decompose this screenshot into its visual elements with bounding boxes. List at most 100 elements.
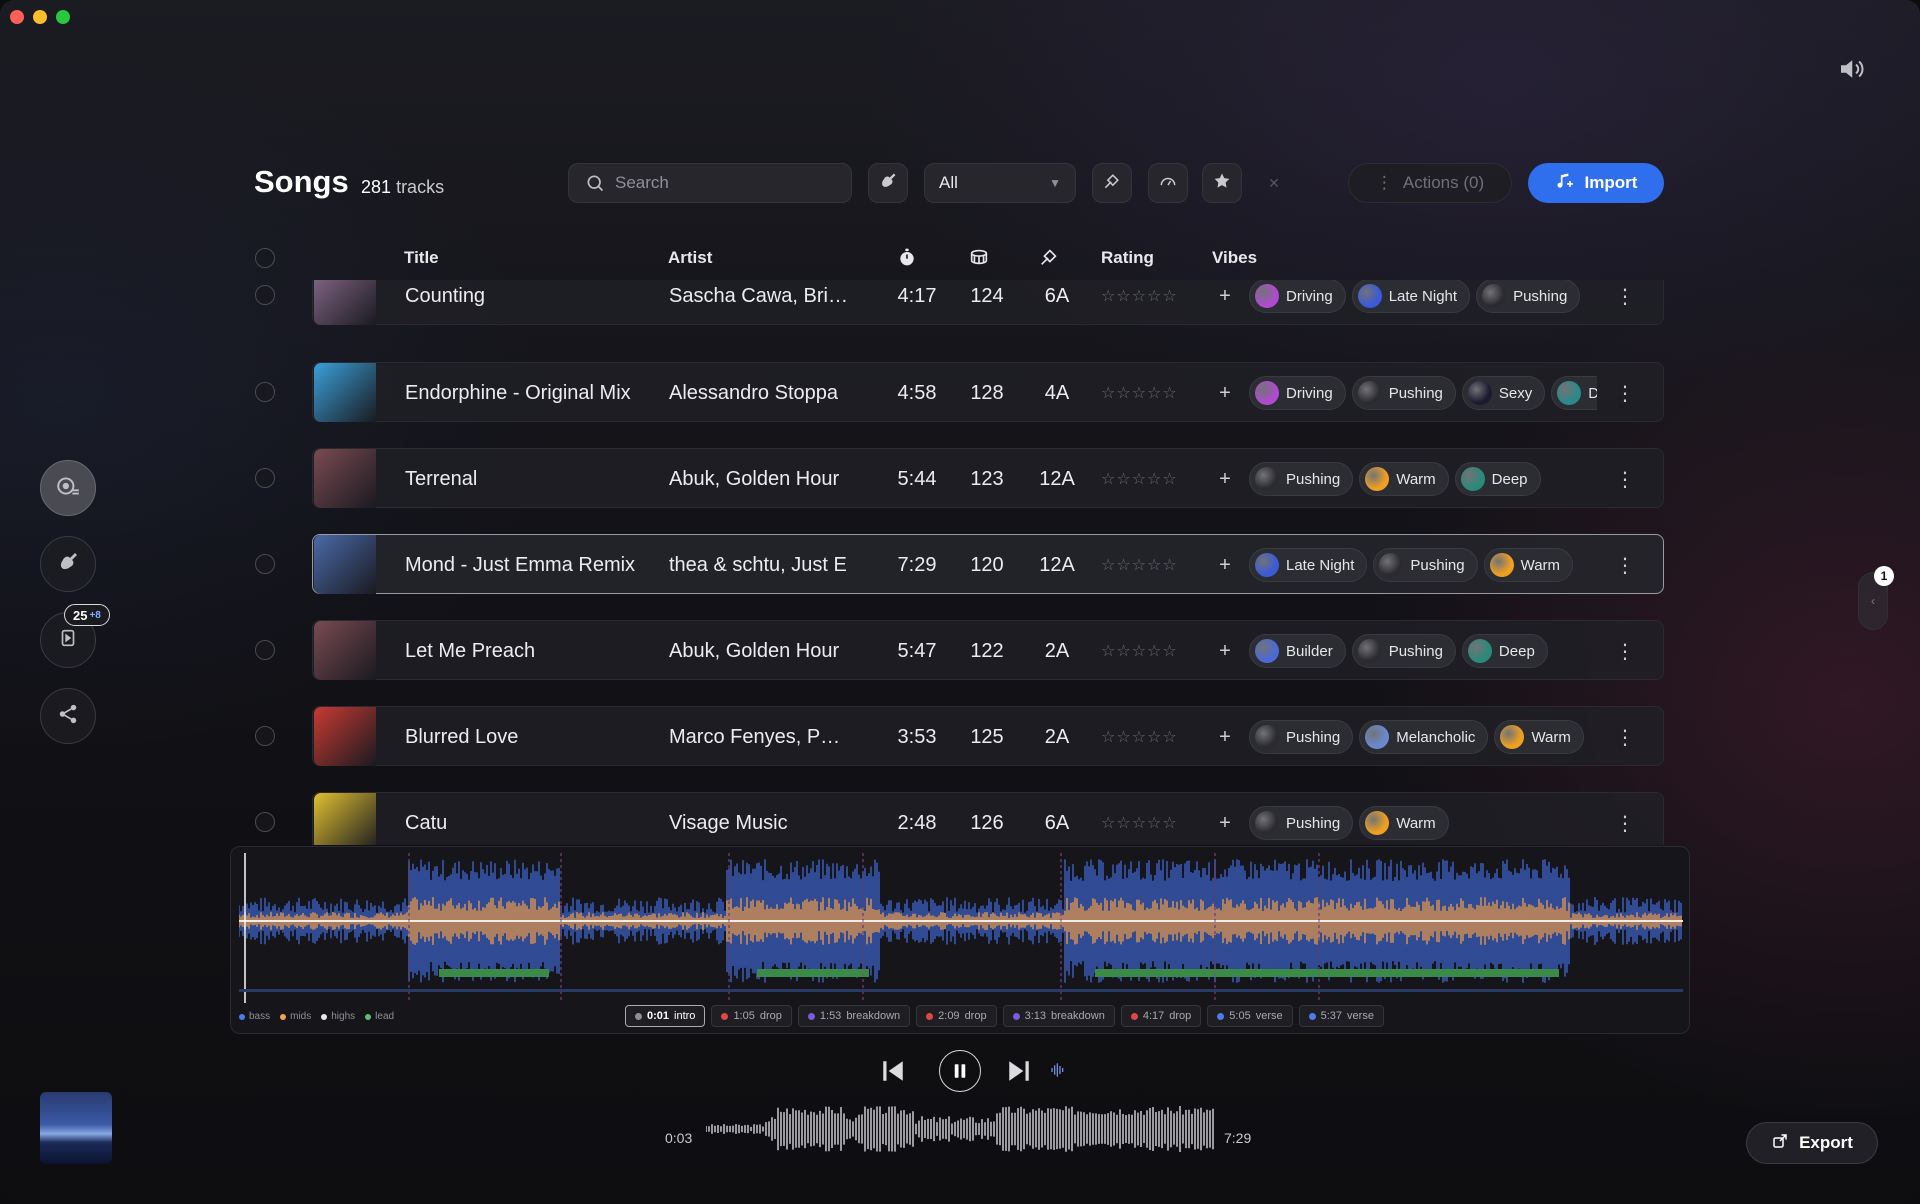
vibe-chip[interactable]: Warm — [1359, 462, 1449, 496]
add-vibe-button[interactable]: + — [1215, 363, 1235, 423]
track-artist: Sascha Cawa, Bri… — [669, 284, 848, 307]
row-checkbox[interactable] — [255, 382, 275, 402]
track-row[interactable]: Mond - Just Emma Remix thea & schtu, Just… — [312, 534, 1664, 594]
volume-icon[interactable] — [1836, 54, 1866, 84]
track-rating[interactable]: ☆☆☆☆☆ — [1101, 707, 1191, 767]
waveform-panel[interactable]: bass mids highs lead 0:01 intro 1:05 drop 1:53 b… — [230, 846, 1690, 1034]
next-track-button[interactable] — [1006, 1058, 1032, 1089]
track-rating[interactable]: ☆☆☆☆☆ — [1101, 449, 1191, 509]
filter-select[interactable]: All ▼ — [924, 163, 1076, 203]
overview-track[interactable] — [239, 989, 1683, 992]
row-checkbox[interactable] — [255, 640, 275, 660]
column-header-duration[interactable] — [897, 246, 919, 268]
tempo-filter-button[interactable] — [1148, 163, 1188, 203]
minimize-window-button[interactable] — [33, 10, 47, 24]
vibe-chip[interactable]: Pushing — [1351, 376, 1456, 410]
column-header-vibes[interactable]: Vibes — [1212, 248, 1257, 268]
row-checkbox[interactable] — [255, 812, 275, 832]
add-vibe-button[interactable]: + — [1215, 707, 1235, 767]
vibe-chip[interactable]: Builder — [1249, 634, 1346, 668]
vibe-chip[interactable]: Sexy — [1461, 376, 1546, 410]
track-title: Catu — [405, 811, 448, 834]
close-window-button[interactable] — [10, 10, 24, 24]
vibe-chip[interactable]: Pushing — [1249, 720, 1354, 754]
column-header-key[interactable] — [1038, 246, 1060, 268]
track-row[interactable]: Let Me Preach Abuk, Golden Hour 5:47 122 2A ☆… — [312, 620, 1664, 680]
vibe-chip[interactable]: Pushing — [1249, 806, 1354, 840]
add-vibe-button[interactable]: + — [1215, 280, 1235, 326]
section-marker[interactable]: 3:13 breakdown — [1002, 1005, 1115, 1027]
section-marker[interactable]: 0:01 intro — [625, 1005, 706, 1027]
column-header-rating[interactable]: Rating — [1101, 248, 1154, 268]
vibe-chip[interactable]: Pushing — [1373, 548, 1478, 582]
track-rating[interactable]: ☆☆☆☆☆ — [1101, 280, 1191, 326]
section-marker[interactable]: 5:37 verse — [1298, 1005, 1384, 1027]
column-header-title[interactable]: Title — [404, 248, 439, 268]
clear-filters-button[interactable]: ✕ — [1254, 163, 1294, 203]
playback-scrubber[interactable] — [706, 1104, 1216, 1154]
section-marker[interactable]: 1:53 breakdown — [797, 1005, 911, 1027]
maximize-window-button[interactable] — [56, 10, 70, 24]
vibe-chip[interactable]: Late Night — [1351, 280, 1471, 313]
search-input[interactable] — [615, 173, 835, 193]
track-row[interactable]: Counting Sascha Cawa, Bri… 4:17 124 6A ☆☆☆☆☆ +… — [312, 280, 1664, 325]
section-marker[interactable]: 4:17 drop — [1120, 1005, 1202, 1027]
vibe-chip[interactable]: Warm — [1359, 806, 1449, 840]
track-row[interactable]: Catu Visage Music 2:48 126 6A ☆☆☆☆☆ + Pushing Wa… — [312, 792, 1664, 845]
section-marker[interactable]: 5:05 verse — [1207, 1005, 1293, 1027]
vibe-chip[interactable]: Warm — [1483, 548, 1574, 582]
row-more-button[interactable]: ⋮ — [1613, 707, 1637, 767]
now-playing-artwork[interactable] — [40, 1092, 112, 1164]
track-row[interactable]: Blurred Love Marco Fenyes, P… 3:53 125 2A ☆☆☆… — [312, 706, 1664, 766]
vibe-chip[interactable]: Driving — [1249, 280, 1346, 313]
track-rating[interactable]: ☆☆☆☆☆ — [1101, 535, 1191, 595]
vibe-chip[interactable]: Driving — [1249, 376, 1346, 410]
vibe-chip[interactable]: Pushing — [1476, 280, 1581, 313]
vibe-chip[interactable]: Warm — [1494, 720, 1584, 754]
actions-button[interactable]: ⋮ Actions (0) — [1348, 163, 1512, 203]
key-filter-button[interactable] — [1092, 163, 1132, 203]
instrument-filter-button[interactable] — [868, 163, 908, 203]
row-more-button[interactable]: ⋮ — [1613, 449, 1637, 509]
row-checkbox[interactable] — [255, 285, 275, 305]
vibe-chip[interactable]: Deep — [1454, 462, 1541, 496]
vibe-chip[interactable]: D — [1551, 376, 1597, 410]
import-button[interactable]: Import — [1528, 163, 1664, 203]
select-all-checkbox[interactable] — [255, 248, 275, 268]
export-button[interactable]: Export — [1746, 1122, 1878, 1164]
section-marker[interactable]: 2:09 drop — [916, 1005, 997, 1027]
add-vibe-button[interactable]: + — [1215, 793, 1235, 845]
row-more-button[interactable]: ⋮ — [1613, 793, 1637, 845]
vibe-icon — [1357, 639, 1382, 663]
row-more-button[interactable]: ⋮ — [1613, 621, 1637, 681]
track-row[interactable]: Endorphine - Original Mix Alessandro Stop… — [312, 362, 1664, 422]
pause-button[interactable] — [939, 1050, 981, 1092]
row-more-button[interactable]: ⋮ — [1613, 280, 1637, 326]
vibe-chip[interactable]: Melancholic — [1359, 720, 1489, 754]
previous-track-button[interactable] — [880, 1058, 906, 1089]
track-rating[interactable]: ☆☆☆☆☆ — [1101, 621, 1191, 681]
row-checkbox[interactable] — [255, 554, 275, 574]
track-rating[interactable]: ☆☆☆☆☆ — [1101, 793, 1191, 845]
skip-forward-icon — [1009, 1061, 1029, 1081]
vibe-chip[interactable]: Deep — [1461, 634, 1548, 668]
waveform-toggle-button[interactable] — [1050, 1062, 1066, 1083]
row-more-button[interactable]: ⋮ — [1613, 535, 1637, 595]
add-vibe-button[interactable]: + — [1215, 621, 1235, 681]
search-box[interactable] — [568, 163, 852, 203]
row-more-button[interactable]: ⋮ — [1613, 363, 1637, 423]
add-vibe-button[interactable]: + — [1215, 449, 1235, 509]
track-row[interactable]: Terrenal Abuk, Golden Hour 5:44 123 12A ☆☆☆☆☆… — [312, 448, 1664, 508]
add-vibe-button[interactable]: + — [1215, 535, 1235, 595]
vibe-chip[interactable]: Pushing — [1249, 462, 1354, 496]
waveform-display[interactable] — [239, 853, 1683, 1003]
vibe-chip[interactable]: Late Night — [1249, 548, 1368, 582]
favorites-filter-button[interactable] — [1202, 163, 1242, 203]
column-header-artist[interactable]: Artist — [668, 248, 712, 268]
section-marker[interactable]: 1:05 drop — [711, 1005, 792, 1027]
column-header-bpm[interactable] — [967, 246, 989, 268]
row-checkbox[interactable] — [255, 468, 275, 488]
vibe-chip[interactable]: Pushing — [1351, 634, 1456, 668]
track-rating[interactable]: ☆☆☆☆☆ — [1101, 363, 1191, 423]
row-checkbox[interactable] — [255, 726, 275, 746]
